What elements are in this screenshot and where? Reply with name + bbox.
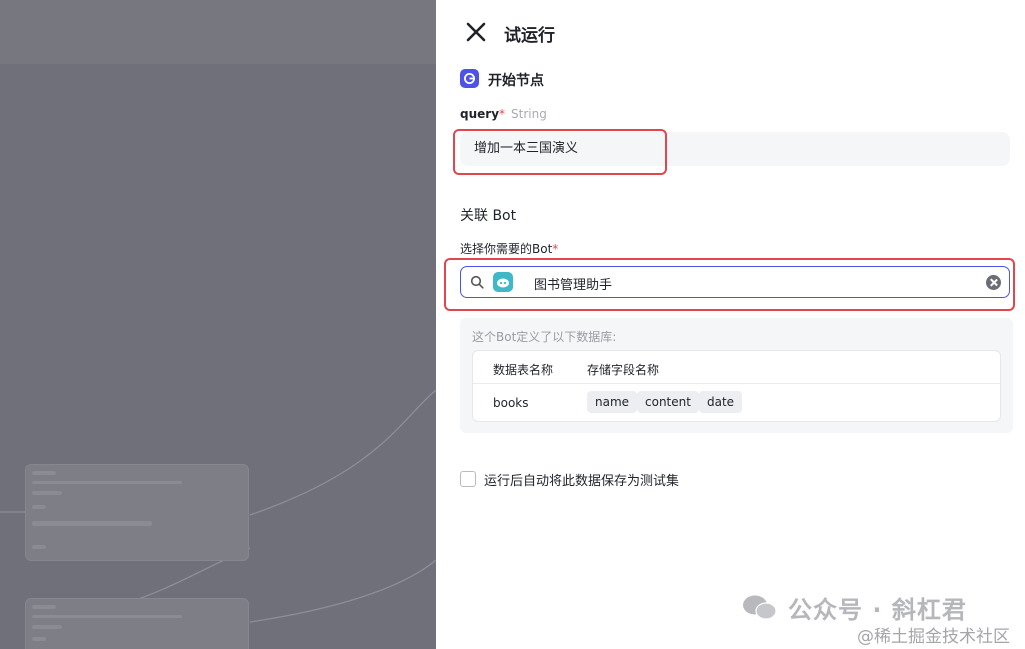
start-node-title: 开始节点 xyxy=(488,73,544,89)
field-tag: content xyxy=(637,391,699,413)
database-hint: 这个Bot定义了以下数据库: xyxy=(472,330,617,344)
start-node-icon xyxy=(460,69,479,88)
watermark-line1: 公众号 · 斜杠君 xyxy=(788,596,967,624)
column-header: 数据表名称 xyxy=(493,363,554,377)
panel-title: 试运行 xyxy=(504,26,555,46)
canvas-node[interactable] xyxy=(25,598,249,649)
query-label: query* String xyxy=(460,107,547,121)
bot-section-title: 关联 Bot xyxy=(460,208,517,224)
close-icon[interactable] xyxy=(464,20,488,44)
canvas-node[interactable] xyxy=(25,464,249,561)
watermark-line2: @稀土掘金技术社区 xyxy=(857,627,1010,647)
highlight-box xyxy=(453,129,667,175)
workflow-canvas xyxy=(0,0,436,649)
database-table: 数据表名称 存储字段名称 books name content date xyxy=(472,350,1001,422)
field-tag: date xyxy=(699,391,743,413)
highlight-box xyxy=(444,258,1015,311)
wechat-icon xyxy=(743,595,777,620)
divider xyxy=(473,383,1000,384)
save-testset-label[interactable]: 运行后自动将此数据保存为测试集 xyxy=(484,470,679,489)
database-info: 这个Bot定义了以下数据库: 数据表名称 存储字段名称 books name c… xyxy=(460,318,1013,433)
field-tag: name xyxy=(587,391,638,413)
save-testset-checkbox[interactable] xyxy=(460,471,476,487)
test-run-panel: 试运行 开始节点 query* String 增加一本三国演义 关联 Bot 选择… xyxy=(436,0,1025,649)
column-header: 存储字段名称 xyxy=(587,363,660,377)
bot-select-label: 选择你需要的Bot* xyxy=(460,242,559,256)
table-name-cell: books xyxy=(493,396,529,410)
